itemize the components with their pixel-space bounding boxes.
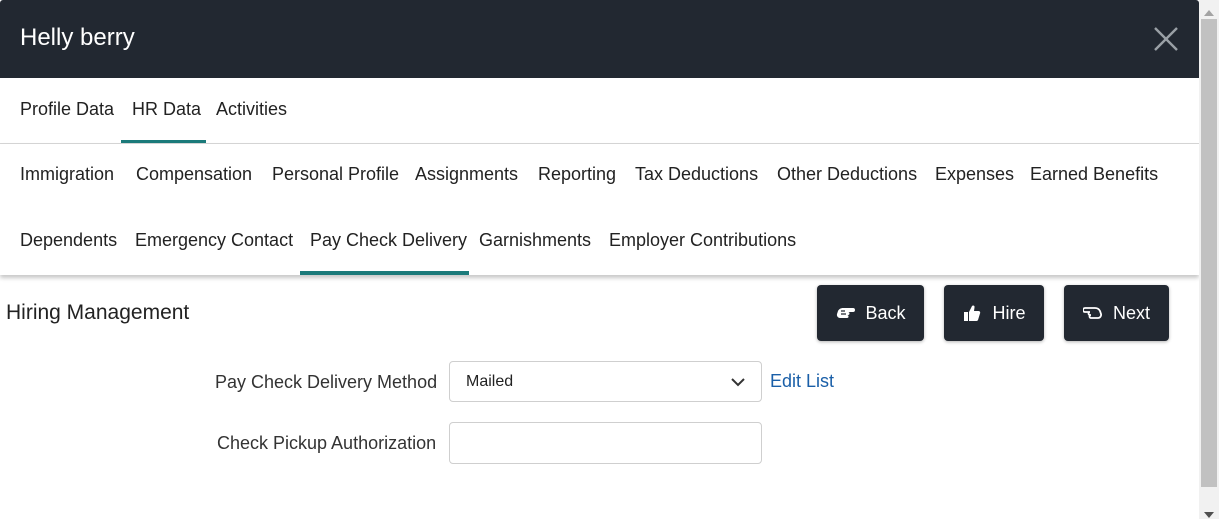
- close-icon[interactable]: [1152, 25, 1180, 53]
- subtab-assignments[interactable]: Assignments: [405, 144, 528, 209]
- subtab-expenses[interactable]: Expenses: [925, 144, 1020, 209]
- scrollbar-thumb[interactable]: [1201, 19, 1217, 487]
- back-button[interactable]: Back: [817, 285, 924, 341]
- edit-list-link[interactable]: Edit List: [770, 371, 834, 392]
- hire-button-label: Hire: [992, 302, 1026, 323]
- subtab-emergency-contact[interactable]: Emergency Contact: [125, 210, 300, 275]
- subtab-garnishments[interactable]: Garnishments: [469, 210, 599, 275]
- subtab-immigration[interactable]: Immigration: [10, 144, 126, 209]
- modal-header: Helly berry: [0, 0, 1199, 78]
- modal-title: Helly berry: [20, 24, 135, 51]
- vertical-scrollbar[interactable]: [1199, 0, 1219, 519]
- pickup-authorization-input[interactable]: [449, 422, 762, 464]
- subtab-earned-benefits[interactable]: Earned Benefits: [1020, 144, 1165, 209]
- hand-pointing-left-icon: [835, 303, 856, 323]
- scroll-down-arrow-icon[interactable]: [1204, 506, 1214, 524]
- subtab-personal-profile[interactable]: Personal Profile: [262, 144, 405, 209]
- tab-activities[interactable]: Activities: [206, 78, 301, 143]
- subtab-employer-contributions[interactable]: Employer Contributions: [599, 210, 804, 275]
- delivery-method-value: Mailed: [466, 373, 514, 390]
- employee-modal: Helly berry Profile Data HR Data Activit…: [0, 0, 1199, 519]
- chevron-down-icon: [731, 375, 745, 394]
- subtab-dependents[interactable]: Dependents: [10, 210, 125, 275]
- subtab-tax-deductions[interactable]: Tax Deductions: [625, 144, 767, 209]
- subtab-other-deductions[interactable]: Other Deductions: [767, 144, 925, 209]
- subtab-compensation[interactable]: Compensation: [126, 144, 262, 209]
- back-button-label: Back: [865, 302, 906, 323]
- thumbs-up-icon: [962, 303, 982, 323]
- section-title: Hiring Management: [6, 301, 190, 324]
- sub-tabs: Immigration Compensation Personal Profil…: [0, 144, 1199, 275]
- tab-hr-data[interactable]: HR Data: [121, 78, 206, 143]
- hand-pointing-right-icon: [1082, 303, 1103, 323]
- subtab-pay-check-delivery[interactable]: Pay Check Delivery: [300, 210, 469, 275]
- hire-button[interactable]: Hire: [944, 285, 1044, 341]
- delivery-method-select[interactable]: Mailed: [449, 361, 762, 402]
- subtab-reporting[interactable]: Reporting: [528, 144, 625, 209]
- next-button[interactable]: Next: [1064, 285, 1169, 341]
- main-tabs: Profile Data HR Data Activities: [0, 78, 1199, 144]
- next-button-label: Next: [1112, 302, 1150, 323]
- delivery-method-label: Pay Check Delivery Method: [215, 372, 438, 392]
- pickup-authorization-label: Check Pickup Authorization: [217, 433, 437, 453]
- tab-profile-data[interactable]: Profile Data: [10, 78, 121, 143]
